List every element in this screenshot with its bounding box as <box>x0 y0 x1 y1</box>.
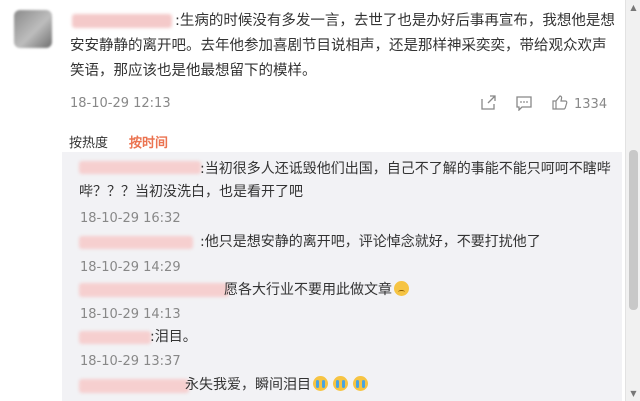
reply-5-username-redacted[interactable] <box>79 379 189 393</box>
crying-emoji-icon <box>313 376 328 391</box>
crying-emoji-icon <box>333 376 348 391</box>
scroll-down-arrow-icon[interactable]: ▼ <box>629 389 638 398</box>
comment-time: 18-10-29 12:13 <box>70 96 171 111</box>
sort-by-time[interactable]: 按时间 <box>129 132 168 151</box>
commenter-avatar[interactable] <box>14 10 52 48</box>
share-icon[interactable] <box>480 94 497 115</box>
reply-4-time: 18-10-29 13:37 <box>80 354 181 369</box>
reply-2-text: :他只是想安静的离开吧，评论悼念就好，不要打扰他了 <box>200 234 541 250</box>
scroll-up-arrow-icon[interactable]: ▲ <box>629 3 638 12</box>
reply-3-time: 18-10-29 14:13 <box>80 307 181 322</box>
reply-1-time: 18-10-29 16:32 <box>80 211 181 226</box>
reply-4-text: :泪目。 <box>150 329 197 345</box>
reply-2-time: 18-10-29 14:29 <box>80 260 181 275</box>
reply-5-text-content: 永失我爱，瞬间泪目 <box>185 377 311 393</box>
reply-3-text-content: 愿各大行业不要用此做文章 <box>224 282 392 298</box>
reply-3-text: 愿各大行业不要用此做文章 <box>224 279 409 302</box>
reply-5-text: 永失我爱，瞬间泪目 <box>185 374 368 397</box>
vertical-scrollbar[interactable]: ▲ ▼ <box>625 0 640 401</box>
like-icon[interactable] <box>551 94 568 115</box>
comment-actions: 1334 <box>480 94 607 115</box>
scrollbar-thumb[interactable] <box>629 150 638 310</box>
sad-face-emoji-icon <box>394 281 409 296</box>
like-count[interactable]: 1334 <box>574 97 607 112</box>
sort-by-hot[interactable]: 按热度 <box>69 132 108 151</box>
reply-1-text: :当初很多人还诋毁他们出国，自己不了解的事能不能只呵呵不瞎哔哔？？？当初没洗白，… <box>79 161 611 200</box>
comment-body: :生病的时候没有多发一言，去世了也是办好后事再宣布，我想他是想安安静静的离开吧。… <box>70 9 618 84</box>
reply-3-username-redacted[interactable] <box>79 283 229 297</box>
reply-2-username-redacted[interactable] <box>79 236 193 249</box>
crying-emoji-icon <box>353 376 368 391</box>
reply-list: :当初很多人还诋毁他们出国，自己不了解的事能不能只呵呵不瞎哔哔？？？当初没洗白，… <box>62 152 622 401</box>
reply-4-username-redacted[interactable] <box>79 331 151 344</box>
comment-icon[interactable] <box>515 95 533 115</box>
